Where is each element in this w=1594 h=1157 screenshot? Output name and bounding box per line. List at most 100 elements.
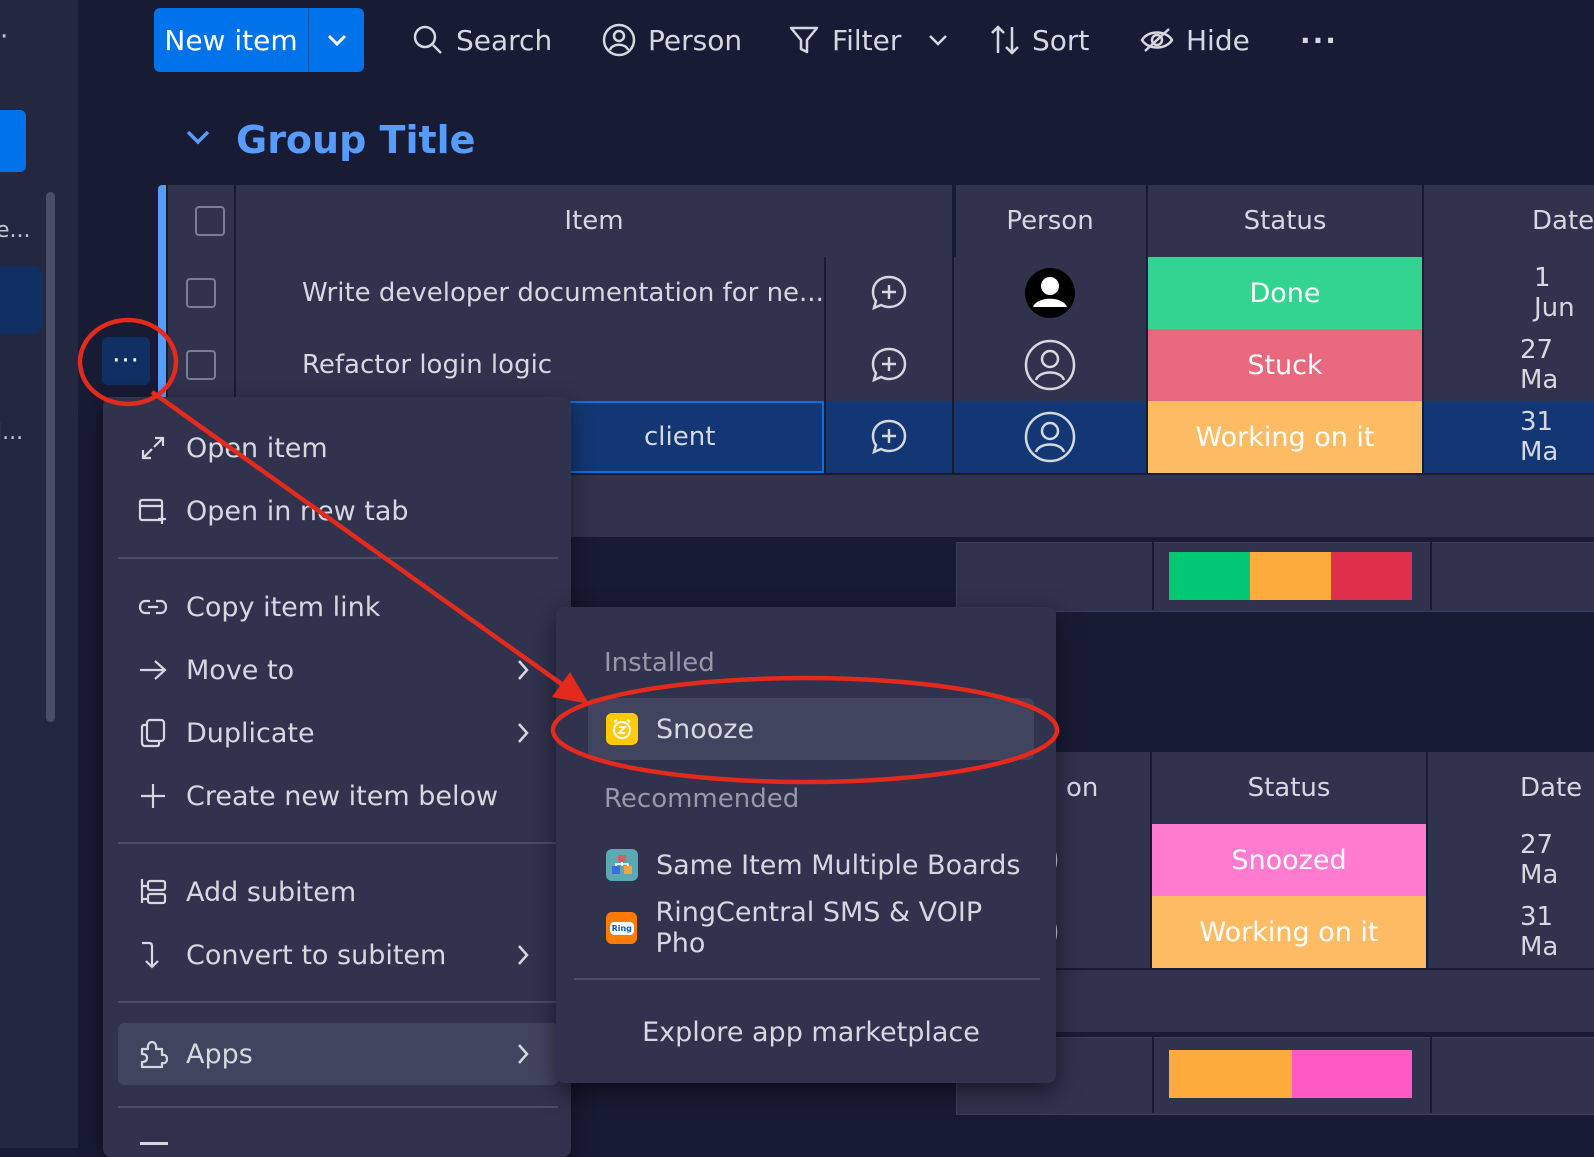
app-snooze[interactable]: Snooze (588, 698, 1034, 760)
menu-create-below[interactable]: Create new item below (118, 768, 558, 824)
menu-copy-link[interactable]: Copy item link (118, 579, 558, 635)
header-status-2[interactable]: Status (1152, 752, 1428, 824)
add-update-icon[interactable] (870, 418, 908, 456)
status-cell[interactable]: Done (1148, 257, 1424, 329)
summary-divider (1152, 542, 1154, 610)
menu-open-item[interactable]: Open item (118, 420, 558, 476)
menu-add-subitem[interactable]: Add subitem (118, 864, 558, 920)
date-cell[interactable]: 27 Ma (1424, 329, 1594, 401)
left-rail (0, 0, 78, 1148)
rail-dot: · (0, 22, 9, 52)
status-cell[interactable]: Snoozed (1152, 824, 1428, 896)
menu-copy-link-label: Copy item link (186, 591, 381, 623)
menu-divider (118, 842, 558, 844)
item-name[interactable]: Refactor login logic (236, 329, 826, 401)
date-cell[interactable]: 1 Jun (1424, 257, 1594, 329)
add-update-cell[interactable] (826, 329, 954, 401)
app-ringcentral[interactable]: Ring RingCentral SMS & VOIP Pho (588, 897, 1034, 959)
row-select-cell (168, 257, 236, 329)
filter-button[interactable]: Filter (788, 18, 949, 62)
menu-next-item-icon (140, 1142, 168, 1145)
search-button[interactable]: Search (412, 18, 552, 62)
table-row[interactable]: Write developer documentation for ne... … (168, 257, 1594, 331)
empty-person-icon (1024, 339, 1076, 391)
chevron-right-icon (518, 660, 529, 680)
menu-convert-subitem[interactable]: Convert to subitem (118, 927, 558, 983)
menu-open-new-tab-label: Open in new tab (186, 495, 409, 527)
header-item[interactable]: Item (236, 185, 954, 257)
chevron-down-icon[interactable] (185, 128, 211, 146)
header-date[interactable]: Date (1424, 185, 1594, 257)
rail-add-button[interactable] (0, 110, 26, 172)
new-item-dropdown[interactable] (309, 8, 364, 72)
menu-move-to[interactable]: Move to (118, 642, 558, 698)
status-cell[interactable]: Working on it (1152, 896, 1428, 968)
person-filter-button[interactable]: Person (602, 18, 742, 62)
new-item-button[interactable]: New item (154, 8, 364, 72)
person-circle-icon (602, 23, 636, 57)
select-all-checkbox[interactable] (195, 206, 225, 236)
person-cell[interactable] (954, 401, 1148, 473)
summary-bar-snoozed[interactable] (1292, 1050, 1412, 1098)
chevron-right-icon (518, 945, 529, 965)
rail-board-name[interactable]: e... (0, 218, 31, 243)
eye-off-icon (1140, 28, 1174, 52)
menu-duplicate[interactable]: Duplicate (118, 705, 558, 761)
sort-button[interactable]: Sort (990, 18, 1089, 62)
hide-button[interactable]: Hide (1140, 18, 1250, 62)
chevron-right-icon (518, 1044, 529, 1064)
date-cell[interactable]: 31 Ma (1428, 896, 1594, 968)
rail-selected-item[interactable] (0, 266, 42, 334)
header-person[interactable]: Person (954, 185, 1148, 257)
more-options-button[interactable]: ··· (1300, 18, 1338, 62)
menu-open-item-label: Open item (186, 432, 328, 464)
person-label: Person (648, 23, 743, 57)
avatar (1025, 268, 1075, 318)
row-select-cell (168, 329, 236, 401)
app-snooze-label: Snooze (656, 713, 755, 745)
add-update-cell[interactable] (826, 257, 954, 329)
submenu-divider (574, 978, 1040, 980)
group-title[interactable]: Group Title (236, 118, 475, 162)
search-label: Search (456, 23, 553, 57)
person-cell[interactable] (954, 329, 1148, 401)
subitem-icon (140, 879, 167, 905)
search-icon (413, 25, 442, 54)
row-checkbox[interactable] (186, 278, 216, 308)
new-item-label[interactable]: New item (154, 8, 308, 72)
summary-bar-done[interactable] (1169, 552, 1250, 600)
summary-bar-working[interactable] (1250, 552, 1331, 600)
chevron-down-icon[interactable] (927, 33, 949, 47)
add-update-icon[interactable] (870, 346, 908, 384)
menu-divider (118, 1106, 558, 1108)
table-row[interactable]: Refactor login logic Stuck 27 Ma (168, 329, 1594, 403)
status-cell[interactable]: Working on it (1148, 401, 1424, 473)
explore-marketplace-link[interactable]: Explore app marketplace (588, 1004, 1034, 1060)
ringcentral-badge: Ring (609, 921, 634, 935)
menu-add-subitem-label: Add subitem (186, 876, 357, 908)
person-cell[interactable] (954, 257, 1148, 329)
rail-board-name-2[interactable]: l... (0, 420, 23, 445)
summary-bar-working[interactable] (1169, 1050, 1292, 1098)
installed-header: Installed (604, 648, 715, 678)
row-checkbox[interactable] (186, 350, 216, 380)
menu-apps[interactable]: Apps (118, 1023, 558, 1085)
date-cell[interactable]: 31 Ma (1424, 401, 1594, 473)
add-update-icon[interactable] (870, 274, 908, 312)
date-cell[interactable]: 27 Ma (1428, 824, 1594, 896)
summary-bar-stuck[interactable] (1331, 552, 1412, 600)
header-date-2[interactable]: Date (1428, 752, 1594, 824)
item-name[interactable]: Write developer documentation for ne... (236, 257, 826, 329)
status-cell[interactable]: Stuck (1148, 329, 1424, 401)
menu-open-new-tab[interactable]: Open in new tab (118, 483, 558, 539)
sort-label: Sort (1032, 23, 1090, 57)
item-menu-button[interactable]: ··· (102, 337, 150, 385)
header-status[interactable]: Status (1148, 185, 1424, 257)
add-update-cell[interactable] (826, 401, 954, 473)
app-same-item-multiple-boards[interactable]: Same Item Multiple Boards (588, 834, 1034, 896)
expand-icon (141, 436, 165, 460)
plus-icon (141, 784, 165, 808)
rail-scrollbar[interactable] (46, 192, 55, 722)
summary-divider (1430, 1037, 1432, 1113)
same-item-app-icon (606, 849, 638, 881)
